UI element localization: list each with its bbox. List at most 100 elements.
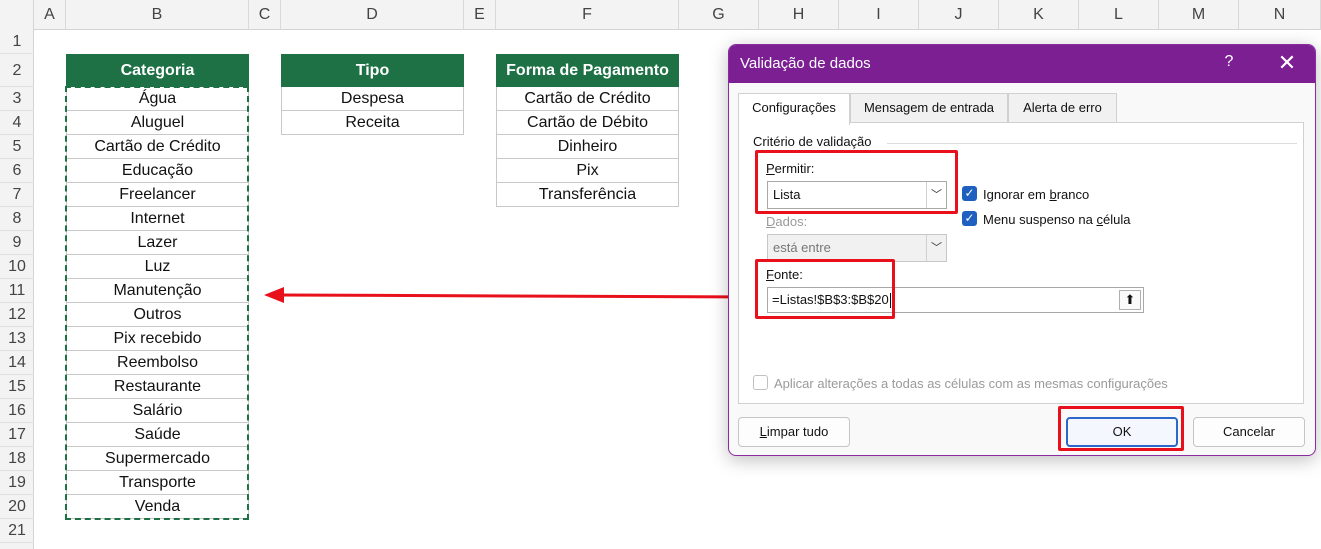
column-header-e[interactable]: E [464, 0, 496, 30]
tab-mensagem-de-entrada[interactable]: Mensagem de entrada [850, 93, 1008, 123]
fonte-value: =Listas!$B$3:$B$20 [772, 292, 889, 307]
row-header[interactable]: 10 [0, 255, 34, 279]
fonte-label: Fonte: [766, 267, 803, 282]
row-header[interactable]: 3 [0, 87, 34, 111]
tipo-cell[interactable]: Despesa [281, 87, 464, 111]
row-header[interactable]: 13 [0, 327, 34, 351]
close-icon[interactable]: ✕ [1275, 51, 1299, 75]
tab-alerta-de-erro[interactable]: Alerta de erro [1008, 93, 1117, 123]
row-header[interactable]: 6 [0, 159, 34, 183]
row-header[interactable]: 2 [0, 54, 34, 87]
dialog-title: Validação de dados [740, 55, 871, 72]
dados-value: está entre [773, 240, 831, 255]
row-header[interactable]: 4 [0, 111, 34, 135]
aplicar-alteracoes-label: Aplicar alterações a todas as células co… [774, 376, 1168, 391]
data-validation-dialog: Validação de dados ? ✕ Configurações Men… [728, 44, 1316, 456]
forma-pagamento-cell[interactable]: Pix [496, 159, 679, 183]
chevron-down-icon[interactable]: ﹀ [926, 182, 946, 208]
categoria-cell[interactable]: Reembolso [66, 351, 249, 375]
help-icon[interactable]: ? [1219, 53, 1239, 75]
forma-pagamento-cell[interactable]: Dinheiro [496, 135, 679, 159]
column-header-a[interactable]: A [34, 0, 66, 30]
forma-pagamento-cell[interactable]: Cartão de Débito [496, 111, 679, 135]
categoria-cell[interactable]: Internet [66, 207, 249, 231]
tipo-table: Tipo Despesa Receita [281, 54, 464, 135]
categoria-cell[interactable]: Saúde [66, 423, 249, 447]
dados-select: está entre ﹀ [767, 234, 947, 262]
dados-label: Dados: [766, 214, 808, 229]
row-header[interactable]: 18 [0, 447, 34, 471]
forma-pagamento-cell[interactable]: Transferência [496, 183, 679, 207]
collapse-dialog-icon[interactable]: ⬆ [1119, 290, 1141, 310]
categoria-cell[interactable]: Salário [66, 399, 249, 423]
categoria-cell[interactable]: Aluguel [66, 111, 249, 135]
tipo-cell[interactable]: Receita [281, 111, 464, 135]
column-header-m[interactable]: M [1159, 0, 1239, 30]
row-header[interactable]: 17 [0, 423, 34, 447]
ignorar-em-branco-checkbox[interactable]: ✓ [962, 186, 977, 201]
fonte-input[interactable]: =Listas!$B$3:$B$20 ⬆ [767, 287, 1144, 313]
categoria-cell[interactable]: Outros [66, 303, 249, 327]
column-header-i[interactable]: I [839, 0, 919, 30]
column-header-f[interactable]: F [496, 0, 679, 30]
row-header[interactable]: 9 [0, 231, 34, 255]
column-header-k[interactable]: K [999, 0, 1079, 30]
categoria-cell[interactable]: Venda [66, 495, 249, 519]
text-caret [889, 293, 891, 309]
categoria-cell[interactable]: Supermercado [66, 447, 249, 471]
categoria-cell[interactable]: Educação [66, 159, 249, 183]
categoria-cell[interactable]: Manutenção [66, 279, 249, 303]
categoria-cell[interactable]: Freelancer [66, 183, 249, 207]
aplicar-alteracoes-checkbox [753, 375, 768, 390]
select-all-corner[interactable] [0, 0, 34, 30]
row-header[interactable]: 12 [0, 303, 34, 327]
column-header-h[interactable]: H [759, 0, 839, 30]
row-header[interactable]: 21 [0, 519, 34, 543]
categoria-cell[interactable]: Lazer [66, 231, 249, 255]
row-header[interactable]: 7 [0, 183, 34, 207]
row-header[interactable]: 11 [0, 279, 34, 303]
cancelar-button[interactable]: Cancelar [1193, 417, 1305, 447]
column-header-g[interactable]: G [679, 0, 759, 30]
limpar-tudo-button[interactable]: Limpar tudo [738, 417, 850, 447]
categoria-header[interactable]: Categoria [66, 54, 249, 87]
row-header[interactable]: 14 [0, 351, 34, 375]
ignorar-em-branco-label: Ignorar em branco [983, 187, 1090, 202]
categoria-table: Categoria Água Aluguel Cartão de Crédito… [66, 54, 249, 519]
categoria-cell[interactable]: Luz [66, 255, 249, 279]
row-header[interactable]: 16 [0, 399, 34, 423]
column-header-l[interactable]: L [1079, 0, 1159, 30]
column-header-row: A B C D E F G H I J K L M N [0, 0, 1321, 30]
forma-pagamento-table: Forma de Pagamento Cartão de Crédito Car… [496, 54, 679, 207]
row-header[interactable]: 8 [0, 207, 34, 231]
tab-configuracoes[interactable]: Configurações [738, 93, 850, 125]
column-header-j[interactable]: J [919, 0, 999, 30]
forma-pagamento-cell[interactable]: Cartão de Crédito [496, 87, 679, 111]
configuracoes-panel: Critério de validação Permitir: Lista ﹀ … [738, 122, 1304, 404]
column-header-c[interactable]: C [249, 0, 281, 30]
permitir-select[interactable]: Lista ﹀ [767, 181, 947, 209]
validation-criteria-title: Critério de validação [753, 134, 872, 149]
column-header-d[interactable]: D [281, 0, 464, 30]
column-header-b[interactable]: B [66, 0, 249, 30]
categoria-cell[interactable]: Restaurante [66, 375, 249, 399]
row-header-column: 1 2 3 4 5 6 7 8 9 10 11 12 13 14 15 16 1… [0, 30, 34, 549]
menu-suspenso-checkbox[interactable]: ✓ [962, 211, 977, 226]
column-header-n[interactable]: N [1239, 0, 1321, 30]
categoria-cell[interactable]: Água [66, 87, 249, 111]
row-header[interactable]: 15 [0, 375, 34, 399]
permitir-value: Lista [773, 187, 801, 202]
dialog-title-bar[interactable]: Validação de dados ? ✕ [729, 45, 1315, 83]
tipo-header[interactable]: Tipo [281, 54, 464, 87]
categoria-cell[interactable]: Cartão de Crédito [66, 135, 249, 159]
forma-pagamento-header[interactable]: Forma de Pagamento [496, 54, 679, 87]
group-divider [887, 143, 1297, 144]
row-header[interactable]: 5 [0, 135, 34, 159]
categoria-cell[interactable]: Pix recebido [66, 327, 249, 351]
categoria-cell[interactable]: Transporte [66, 471, 249, 495]
chevron-down-icon: ﹀ [926, 235, 946, 261]
ok-button[interactable]: OK [1066, 417, 1178, 447]
row-header[interactable]: 19 [0, 471, 34, 495]
row-header[interactable]: 1 [0, 30, 34, 54]
row-header[interactable]: 20 [0, 495, 34, 519]
